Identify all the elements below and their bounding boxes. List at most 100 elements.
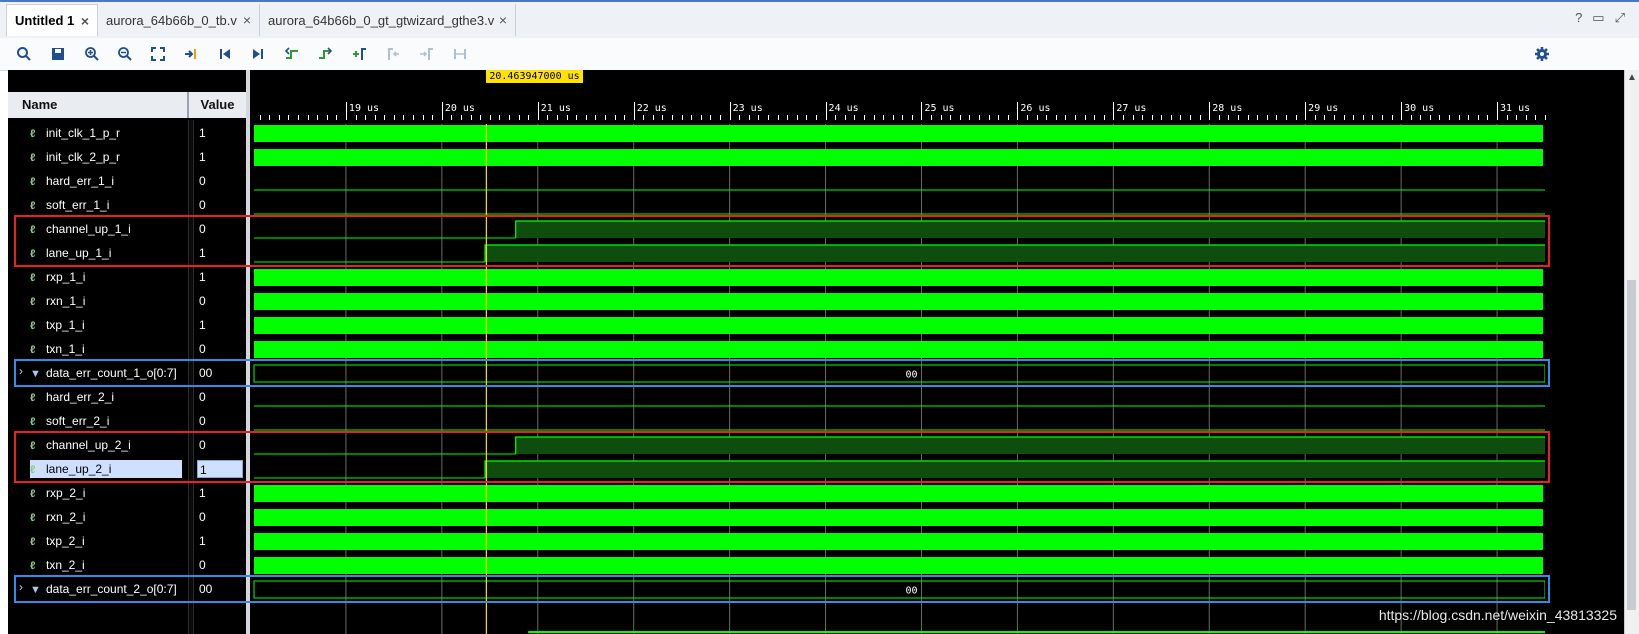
- signal-name[interactable]: ℓ init_clk_2_p_r: [30, 148, 182, 166]
- signal-name[interactable]: ℓ init_clk_1_p_r: [30, 124, 182, 142]
- signal-row[interactable]: ℓ rxn_1_i 0: [8, 289, 250, 313]
- minor-tick: [1094, 115, 1096, 120]
- signal-row[interactable]: ℓ init_clk_2_p_r 1: [8, 145, 250, 169]
- signal-name[interactable]: ℓ rxp_1_i: [30, 268, 182, 286]
- signal-row[interactable]: ℓ soft_err_1_i 0: [8, 193, 250, 217]
- signal-row[interactable]: ℓ hard_err_2_i 0: [8, 385, 250, 409]
- signal-name[interactable]: ℓ txp_2_i: [30, 532, 182, 550]
- signal-row[interactable]: ℓ lane_up_1_i 1: [8, 241, 250, 265]
- signal-row[interactable]: ℓ rxn_2_i 0: [8, 505, 250, 529]
- close-icon[interactable]: ×: [243, 12, 251, 28]
- zoom-in-icon[interactable]: [82, 44, 102, 64]
- signal-name[interactable]: ℓ txn_2_i: [30, 556, 182, 574]
- zoom-fit-icon[interactable]: [148, 44, 168, 64]
- minor-tick: [1314, 115, 1316, 120]
- maximize-icon[interactable]: ⤢: [1615, 10, 1625, 26]
- save-icon[interactable]: [48, 44, 68, 64]
- signal-row[interactable]: › ▼ data_err_count_2_o[0:7] 00: [8, 577, 250, 601]
- signal-name-label: data_err_count_2_o[0:7]: [46, 582, 177, 596]
- value-column-header[interactable]: Value: [188, 92, 248, 118]
- signal-row[interactable]: ℓ channel_up_1_i 0: [8, 217, 250, 241]
- search-icon[interactable]: [14, 44, 34, 64]
- time-ruler[interactable]: 19 us 20 us 21 us 22 us 23 us 24 us 25 us 26 us…: [250, 100, 1546, 124]
- signal-name[interactable]: ℓ txn_1_i: [30, 340, 182, 358]
- signal-name[interactable]: ℓ rxp_2_i: [30, 484, 182, 502]
- signal-name[interactable]: ℓ channel_up_1_i: [30, 220, 182, 238]
- minor-tick: [489, 115, 491, 120]
- signal-row[interactable]: ℓ txp_2_i 1: [8, 529, 250, 553]
- expand-arrow-icon[interactable]: ›: [19, 364, 23, 378]
- signal-name-label: txp_1_i: [46, 318, 85, 332]
- signal-name[interactable]: ▼ data_err_count_1_o[0:7]: [30, 364, 182, 382]
- goto-cursor-icon[interactable]: [181, 44, 201, 64]
- cursor-time-label[interactable]: 20.463947000 us: [486, 70, 583, 83]
- signal-name[interactable]: ℓ hard_err_1_i: [30, 172, 182, 190]
- tick-label: 23 us: [732, 103, 763, 114]
- previous-transition-icon[interactable]: [282, 44, 302, 64]
- zoom-out-icon[interactable]: [115, 44, 135, 64]
- signal-name-label: rxn_2_i: [46, 510, 86, 524]
- signal-name[interactable]: ℓ lane_up_1_i: [30, 244, 182, 262]
- next-transition-icon[interactable]: [315, 44, 335, 64]
- minor-tick: [1381, 115, 1383, 120]
- waveform-toolbar: [0, 38, 1639, 71]
- expand-arrow-icon[interactable]: ›: [19, 580, 23, 594]
- signal-row[interactable]: ℓ init_clk_1_p_r 1: [8, 121, 250, 145]
- clock-waveform: [254, 533, 1543, 550]
- signal-icon: ℓ: [30, 320, 36, 332]
- minor-tick: [1027, 115, 1028, 120]
- close-icon[interactable]: ×: [81, 13, 89, 29]
- minor-tick: [662, 115, 664, 120]
- goto-start-icon[interactable]: [215, 44, 235, 64]
- signal-name[interactable]: ℓ channel_up_2_i: [30, 436, 182, 454]
- signal-value: 1: [199, 534, 206, 548]
- bus-signal-icon: ▼: [30, 368, 41, 380]
- signal-row[interactable]: ℓ rxp_2_i 1: [8, 481, 250, 505]
- add-marker-icon[interactable]: [349, 44, 369, 64]
- clock-waveform: [254, 293, 1543, 310]
- signal-row[interactable]: ℓ txn_1_i 0: [8, 337, 250, 361]
- help-icon[interactable]: ?: [1575, 10, 1582, 26]
- restore-icon[interactable]: ▭: [1592, 10, 1604, 26]
- tab-aurora-gtwizard[interactable]: aurora_64b66b_0_gt_gtwizard_gthe3.v ×: [260, 4, 516, 36]
- signal-name[interactable]: ▼ data_err_count_2_o[0:7]: [30, 580, 182, 598]
- tab-untitled-1[interactable]: Untitled 1 ×: [6, 4, 98, 36]
- signal-name[interactable]: ℓ rxn_2_i: [30, 508, 182, 526]
- signal-name[interactable]: ℓ rxn_1_i: [30, 292, 182, 310]
- minor-tick: [844, 115, 846, 120]
- signal-row[interactable]: › ▼ data_err_count_1_o[0:7] 00: [8, 361, 250, 385]
- close-icon[interactable]: ×: [499, 12, 507, 28]
- signal-name[interactable]: ℓ lane_up_2_i: [30, 460, 182, 478]
- signal-value: 0: [199, 198, 206, 212]
- signal-name[interactable]: ℓ soft_err_2_i: [30, 412, 182, 430]
- signal-row[interactable]: ℓ rxp_1_i 1: [8, 265, 250, 289]
- minor-tick: [1545, 115, 1546, 120]
- signal-name[interactable]: ℓ hard_err_2_i: [30, 388, 182, 406]
- waveform-plot[interactable]: 00 00: [250, 124, 1545, 634]
- scrollbar-thumb[interactable]: [1627, 280, 1636, 610]
- minor-tick: [796, 115, 798, 120]
- minor-tick: [988, 115, 990, 120]
- signal-icon: ℓ: [30, 128, 36, 140]
- minor-tick: [873, 115, 875, 120]
- signal-name[interactable]: ℓ soft_err_1_i: [30, 196, 182, 214]
- signal-name[interactable]: ℓ txp_1_i: [30, 316, 182, 334]
- name-column-header[interactable]: Name: [8, 92, 188, 118]
- signal-row[interactable]: ℓ lane_up_2_i 1: [8, 457, 250, 481]
- vertical-scrollbar[interactable]: ▲: [1624, 70, 1639, 634]
- signal-row[interactable]: ℓ txp_1_i 1: [8, 313, 250, 337]
- signal-row[interactable]: ℓ hard_err_1_i 0: [8, 169, 250, 193]
- signal-row[interactable]: ℓ soft_err_2_i 0: [8, 409, 250, 433]
- scroll-up-icon[interactable]: ▲: [1627, 72, 1637, 83]
- tab-aurora-tb[interactable]: aurora_64b66b_0_tb.v ×: [98, 4, 260, 36]
- tab-label: aurora_64b66b_0_tb.v: [106, 12, 237, 28]
- gear-icon[interactable]: [1532, 44, 1552, 64]
- minor-tick: [691, 115, 693, 120]
- signal-row[interactable]: ℓ txn_2_i 0: [8, 553, 250, 577]
- signal-row[interactable]: ℓ channel_up_2_i 0: [8, 433, 250, 457]
- minor-tick: [787, 115, 789, 120]
- minor-tick: [1103, 115, 1105, 120]
- signal-value: 0: [199, 342, 206, 356]
- minor-tick: [1449, 115, 1451, 120]
- goto-end-icon[interactable]: [248, 44, 268, 64]
